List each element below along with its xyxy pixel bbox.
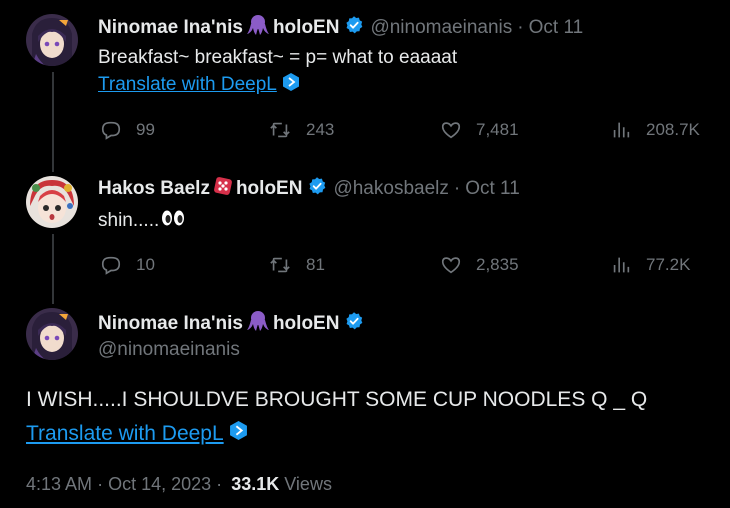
repost-button[interactable]: 81 [268,254,325,276]
translate-label[interactable]: Translate with DeepL [98,74,277,96]
main-tweet-header: Ninomae Ina'nis holoEN [98,310,364,338]
like-icon [441,257,461,274]
tweet-time[interactable]: 4:13 AM [26,474,92,494]
org-name: holoEN [272,313,340,334]
reply-count: 99 [136,120,155,139]
display-name[interactable]: Ninomae Ina'nis [98,17,243,39]
dice-icon [213,176,233,202]
octopus-icon [246,310,270,338]
repost-button[interactable]: 243 [268,119,334,141]
display-name[interactable]: Ninomae Ina'nis [98,313,243,335]
handle[interactable]: @ninomaeinanis [370,17,512,39]
translate-link[interactable]: Translate with DeepL [98,73,299,97]
org-name: holoEN [272,17,340,38]
verified-icon [344,311,364,337]
tweet-full-date[interactable]: Oct 14, 2023 [108,474,211,494]
tweet-date[interactable]: Oct 11 [465,178,520,200]
like-icon [441,122,461,139]
like-count: 7,481 [476,120,519,139]
handle[interactable]: @hakosbaelz [333,178,448,200]
reply-button[interactable]: 10 [100,254,155,276]
repost-icon [270,257,290,273]
eyes-icon [161,209,185,233]
views-count: 208.7K [646,120,700,139]
views-icon [613,122,630,138]
deepl-icon [282,73,299,97]
org-name: holoEN [235,178,303,199]
repost-count: 81 [306,255,325,274]
reply-icon [101,256,121,275]
separator-dot: · [517,17,524,38]
repost-count: 243 [306,120,335,139]
deepl-icon [229,421,247,446]
avatar-hakos[interactable] [26,176,78,228]
views-label: Views [284,474,332,494]
tweet-date[interactable]: Oct 11 [529,17,584,39]
like-button[interactable]: 7,481 [440,119,519,141]
tweet-meta: 4:13 AM · Oct 14, 2023 · 33.1K Views [26,474,332,495]
tweet-2-actions: 10 81 2,835 77.2K [0,253,730,277]
avatar-ninomae-main[interactable] [26,308,78,360]
verified-icon [307,176,327,202]
avatar-ninomae[interactable] [26,14,78,66]
reply-button[interactable]: 99 [100,119,155,141]
verified-icon [344,15,364,41]
separator-dot: · [453,178,461,199]
tweet-1-actions: 99 243 7,481 208.7K [0,118,730,142]
views-icon [613,257,630,273]
separator-dot: · [216,474,223,494]
views-button[interactable]: 77.2K [610,254,690,276]
views-button[interactable]: 208.7K [610,119,700,141]
tweet-2-header: Hakos Baelz holoEN @hakosbaelz · Oct 11 [98,176,520,202]
views-count: 77.2K [646,255,691,274]
main-handle[interactable]: @ninomaeinanis [98,339,240,361]
main-tweet-text: I WISH.....I SHOULDVE BROUGHT SOME CUP N… [26,388,648,411]
tweet-2-text-content: shin..... [98,210,160,231]
reply-count: 10 [136,255,155,274]
octopus-icon [246,14,270,42]
like-count: 2,835 [476,255,519,274]
reply-icon [101,121,121,140]
tweet-1-header: Ninomae Ina'nis holoEN @ninomaeinanis · … [98,14,583,42]
views-count[interactable]: 33.1K [231,474,279,494]
display-name[interactable]: Hakos Baelz [98,178,210,200]
tweet-1-text: Breakfast~ breakfast~ = p= what to eaaaa… [98,47,458,68]
repost-icon [270,122,290,138]
separator-dot: · [97,474,104,494]
tweet-2-text: shin..... [98,209,185,233]
translate-link[interactable]: Translate with DeepL [26,421,247,446]
like-button[interactable]: 2,835 [440,254,519,276]
translate-label[interactable]: Translate with DeepL [26,422,224,446]
